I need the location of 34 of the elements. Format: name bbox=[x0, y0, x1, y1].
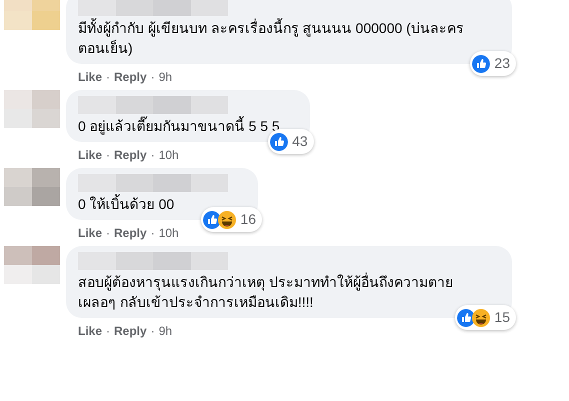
action-link[interactable]: Reply bbox=[114, 68, 147, 86]
separator-dot: · bbox=[106, 225, 110, 242]
separator-dot: · bbox=[150, 225, 155, 242]
separator-dot: · bbox=[106, 69, 110, 86]
blurred-avatar bbox=[4, 0, 60, 30]
comment-text: สอบผู้ต้องหารุนแรงเกินกว่าเหตุ ประมาททำให้ผู้อื่นถึงความตาย เผลอๆ กลับเข้าประจำการเหมือนเดิม!!!! bbox=[78, 272, 454, 312]
reaction-count[interactable]: 16 bbox=[201, 207, 262, 232]
action-link[interactable]: Like bbox=[78, 68, 102, 86]
thumbs-up-icon bbox=[270, 132, 288, 150]
comment-text: มีทั้งผู้กำกับ ผู้เขียนบท ละครเรื่องนี้กรู สูนนนน 000000 (บ่นละครตอนเย็น) bbox=[78, 18, 465, 58]
blurred-avatar bbox=[4, 246, 60, 284]
blurred-avatar bbox=[4, 168, 60, 206]
separator-dot: · bbox=[150, 69, 155, 86]
blurred-avatar bbox=[4, 90, 60, 128]
separator-dot: · bbox=[106, 323, 110, 340]
timestamp[interactable]: 9h bbox=[158, 68, 172, 86]
reaction-count[interactable]: 23 bbox=[470, 51, 516, 76]
reaction-count[interactable]: 15 bbox=[455, 305, 516, 330]
comment-text: 0 ให้เบิ้นด้วย 00 bbox=[78, 194, 176, 214]
action-link[interactable]: Reply bbox=[114, 224, 147, 242]
action-link[interactable]: Reply bbox=[114, 322, 147, 340]
separator-dot: · bbox=[106, 147, 110, 164]
timestamp[interactable]: 10h bbox=[158, 146, 179, 164]
thumbs-up-icon bbox=[472, 54, 490, 72]
action-link[interactable]: Like bbox=[78, 146, 102, 164]
action-link[interactable]: Reply bbox=[114, 146, 147, 164]
laughing-face-icon bbox=[218, 210, 236, 228]
separator-dot: · bbox=[150, 147, 155, 164]
timestamp[interactable]: 9h bbox=[158, 322, 172, 340]
separator-dot: · bbox=[150, 323, 155, 340]
action-link[interactable]: Like bbox=[78, 322, 102, 340]
laughing-face-icon bbox=[472, 308, 490, 326]
action-link[interactable]: Like bbox=[78, 224, 102, 242]
timestamp[interactable]: 10h bbox=[158, 224, 179, 242]
